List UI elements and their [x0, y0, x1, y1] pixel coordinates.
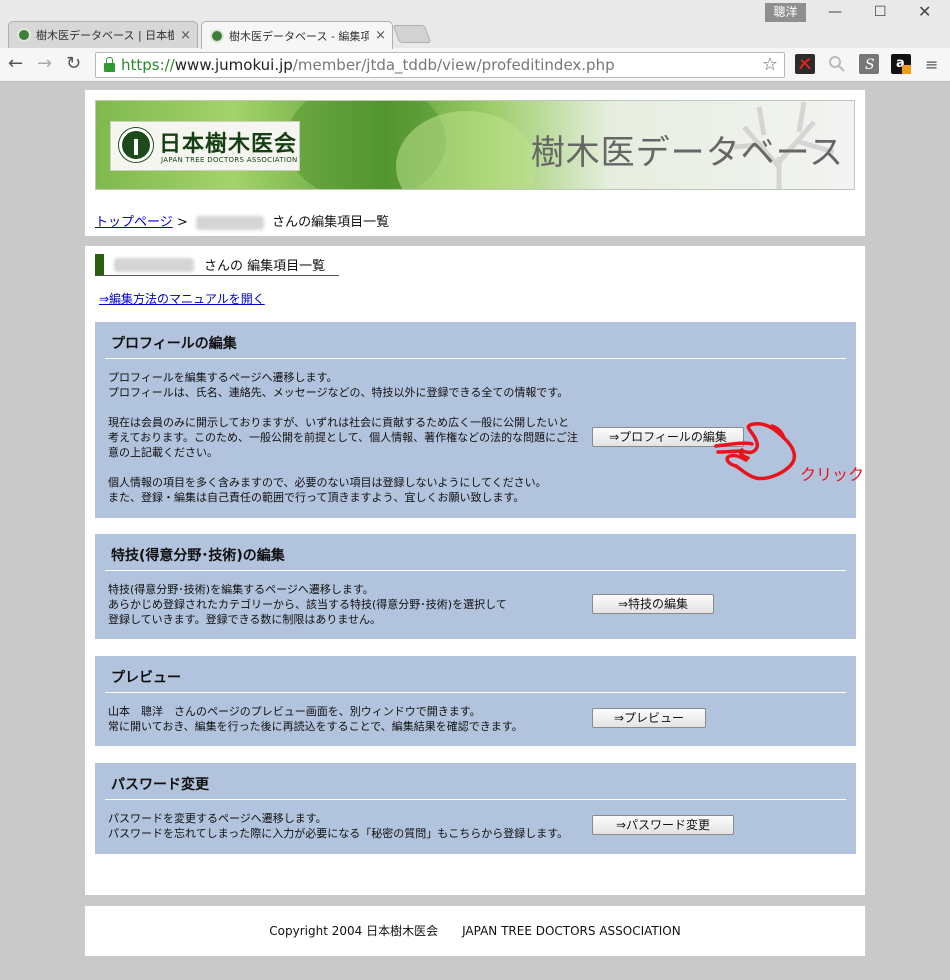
- svg-text:S: S: [865, 57, 875, 73]
- description-line: 考えております。このため、一般公開を前提として、個人情報、著作権などの法的な問題…: [108, 431, 578, 444]
- section-divider: [105, 570, 846, 571]
- description-line: また、登録・編集は自己責任の範囲で行って頂きますよう、宜しくお願い致します。: [108, 491, 525, 504]
- preview-section: プレビュー 山本 聰洋 さんのページのプレビュー画面を、別ウィンドウで開きます。…: [95, 656, 856, 746]
- url-host: www.jumokui.jp: [174, 56, 293, 74]
- pdf-extension-icon[interactable]: [795, 54, 815, 74]
- maximize-icon[interactable]: ☐: [874, 4, 887, 20]
- new-tab-button[interactable]: [392, 25, 432, 43]
- section-description: 特技(得意分野･技術)を編集するページへ遷移します。 あらかじめ登録されたカテゴ…: [108, 582, 507, 627]
- section-divider: [105, 799, 846, 800]
- description-line: パスワードを変更するページへ遷移します。: [108, 812, 327, 825]
- breadcrumb-current: さんの編集項目一覧: [272, 215, 390, 230]
- tree-favicon-icon: [17, 28, 31, 42]
- click-pointer-annotation-icon: クリック: [714, 422, 862, 484]
- description-line: 個人情報の項目を多く含みますので、必要のない項目は登録しないようにしてください。: [108, 476, 547, 489]
- close-window-icon[interactable]: ✕: [918, 2, 931, 21]
- description-line: プロフィールを編集するページへ遷移します。: [108, 371, 338, 384]
- section-title: パスワード変更: [111, 777, 209, 793]
- browser-toolbar: ← → ↻ https:// www.jumokui.jp /member/jt…: [0, 48, 950, 82]
- section-title: プレビュー: [111, 670, 181, 686]
- association-logo[interactable]: 日本樹木医会 JAPAN TREE DOCTORS ASSOCIATION: [110, 121, 300, 171]
- lock-icon: [104, 57, 115, 72]
- url-scheme: https://: [121, 56, 175, 74]
- description-line: 登録していきます。登録できる数に制限はありません。: [108, 613, 382, 626]
- section-title: プロフィールの編集: [111, 336, 237, 352]
- amazon-extension-icon[interactable]: a: [891, 54, 911, 74]
- section-title: 特技(得意分野･技術)の編集: [111, 548, 285, 564]
- member-name-redacted: [195, 215, 264, 230]
- change-password-button[interactable]: ⇒パスワード変更: [592, 815, 734, 835]
- breadcrumb-separator: >: [176, 215, 188, 230]
- magnifier-extension-icon[interactable]: [827, 54, 847, 74]
- description-line: 山本 聰洋 さんのページのプレビュー画面を、別ウィンドウで開きます。: [108, 705, 481, 718]
- section-description: 山本 聰洋 さんのページのプレビュー画面を、別ウィンドウで開きます。 常に開いて…: [108, 704, 523, 734]
- s-extension-icon[interactable]: S: [859, 54, 879, 74]
- description-line: 常に開いておき、編集を行った後に再読込をすることで、編集結果を確認できます。: [108, 720, 523, 733]
- footer-copyright: Copyright 2004 日本樹木医会 JAPAN TREE DOCTORS…: [269, 924, 681, 938]
- section-divider: [105, 692, 846, 693]
- member-name-redacted: [114, 257, 194, 272]
- forward-arrow-icon[interactable]: →: [37, 53, 52, 74]
- logo-japanese: 日本樹木医会: [159, 131, 298, 157]
- breadcrumb-top-link[interactable]: トップページ: [95, 215, 173, 230]
- address-bar[interactable]: https:// www.jumokui.jp /member/jtda_tdd…: [95, 52, 785, 78]
- description-line: パスワードを忘れてしまった際に入力が必要になる「秘密の質問」もこちらから登録しま…: [108, 827, 569, 840]
- page-heading-text: さんの 編集項目一覧: [204, 259, 326, 274]
- tab-jumokui-db[interactable]: 樹木医データベース | 日本樹 ×: [8, 21, 198, 48]
- preview-button[interactable]: ⇒プレビュー: [592, 708, 706, 728]
- edit-skills-button[interactable]: ⇒特技の編集: [592, 594, 714, 614]
- url-path: /member/jtda_tddb/view/profeditindex.php: [292, 56, 615, 74]
- description-line: あらかじめ登録されたカテゴリーから、該当する特技(得意分野･技術)を選択して: [108, 598, 507, 611]
- description-line: プロフィールは、氏名、連絡先、メッセージなどの、特技以外に登録できる全ての情報で…: [108, 386, 569, 399]
- back-arrow-icon[interactable]: ←: [8, 53, 23, 74]
- menu-icon[interactable]: ≡: [925, 55, 938, 74]
- description-line: 意の上記載ください。: [108, 446, 218, 459]
- section-description: プロフィールを編集するページへ遷移します。 プロフィールは、氏名、連絡先、メッセ…: [108, 370, 578, 505]
- profile-badge[interactable]: 聰洋: [765, 3, 806, 22]
- tab-title: 樹木医データベース | 日本樹: [36, 29, 175, 42]
- site-banner: 日本樹木医会 JAPAN TREE DOCTORS ASSOCIATION 樹木…: [95, 100, 855, 190]
- tab-edit-items[interactable]: 樹木医データベース - 編集項 ×: [201, 21, 393, 49]
- close-tab-icon[interactable]: ×: [180, 28, 191, 43]
- logo-english: JAPAN TREE DOCTORS ASSOCIATION: [161, 156, 298, 164]
- description-line: 現在は会員のみに開示しておりますが、いずれは社会に貢献するため広く一般に公開した…: [108, 416, 570, 429]
- tree-favicon-icon: [210, 28, 224, 43]
- page-heading: さんの 編集項目一覧: [95, 254, 339, 276]
- browser-titlebar: 樹木医データベース | 日本樹 × 樹木医データベース - 編集項 × 聰洋 —…: [0, 0, 950, 49]
- tab-title: 樹木医データベース - 編集項: [229, 29, 370, 43]
- click-annotation-label: クリック: [800, 465, 862, 484]
- reload-icon[interactable]: ↻: [66, 53, 81, 74]
- section-divider: [105, 358, 846, 359]
- banner-title: 樹木医データベース: [530, 133, 844, 173]
- minimize-icon[interactable]: —: [828, 4, 842, 20]
- password-section: パスワード変更 パスワードを変更するページへ遷移します。 パスワードを忘れてしま…: [95, 763, 856, 854]
- footer: Copyright 2004 日本樹木医会 JAPAN TREE DOCTORS…: [85, 906, 865, 956]
- bookmark-star-icon[interactable]: ☆: [762, 54, 778, 75]
- section-description: パスワードを変更するページへ遷移します。 パスワードを忘れてしまった際に入力が必…: [108, 811, 568, 841]
- manual-link[interactable]: ⇒編集方法のマニュアルを開く: [99, 290, 265, 307]
- skills-edit-section: 特技(得意分野･技術)の編集 特技(得意分野･技術)を編集するページへ遷移します…: [95, 534, 856, 639]
- description-line: 特技(得意分野･技術)を編集するページへ遷移します。: [108, 583, 374, 596]
- tree-logo-icon: [119, 128, 153, 162]
- breadcrumb: トップページ > さんの編集項目一覧: [95, 211, 389, 230]
- close-tab-icon[interactable]: ×: [375, 28, 386, 43]
